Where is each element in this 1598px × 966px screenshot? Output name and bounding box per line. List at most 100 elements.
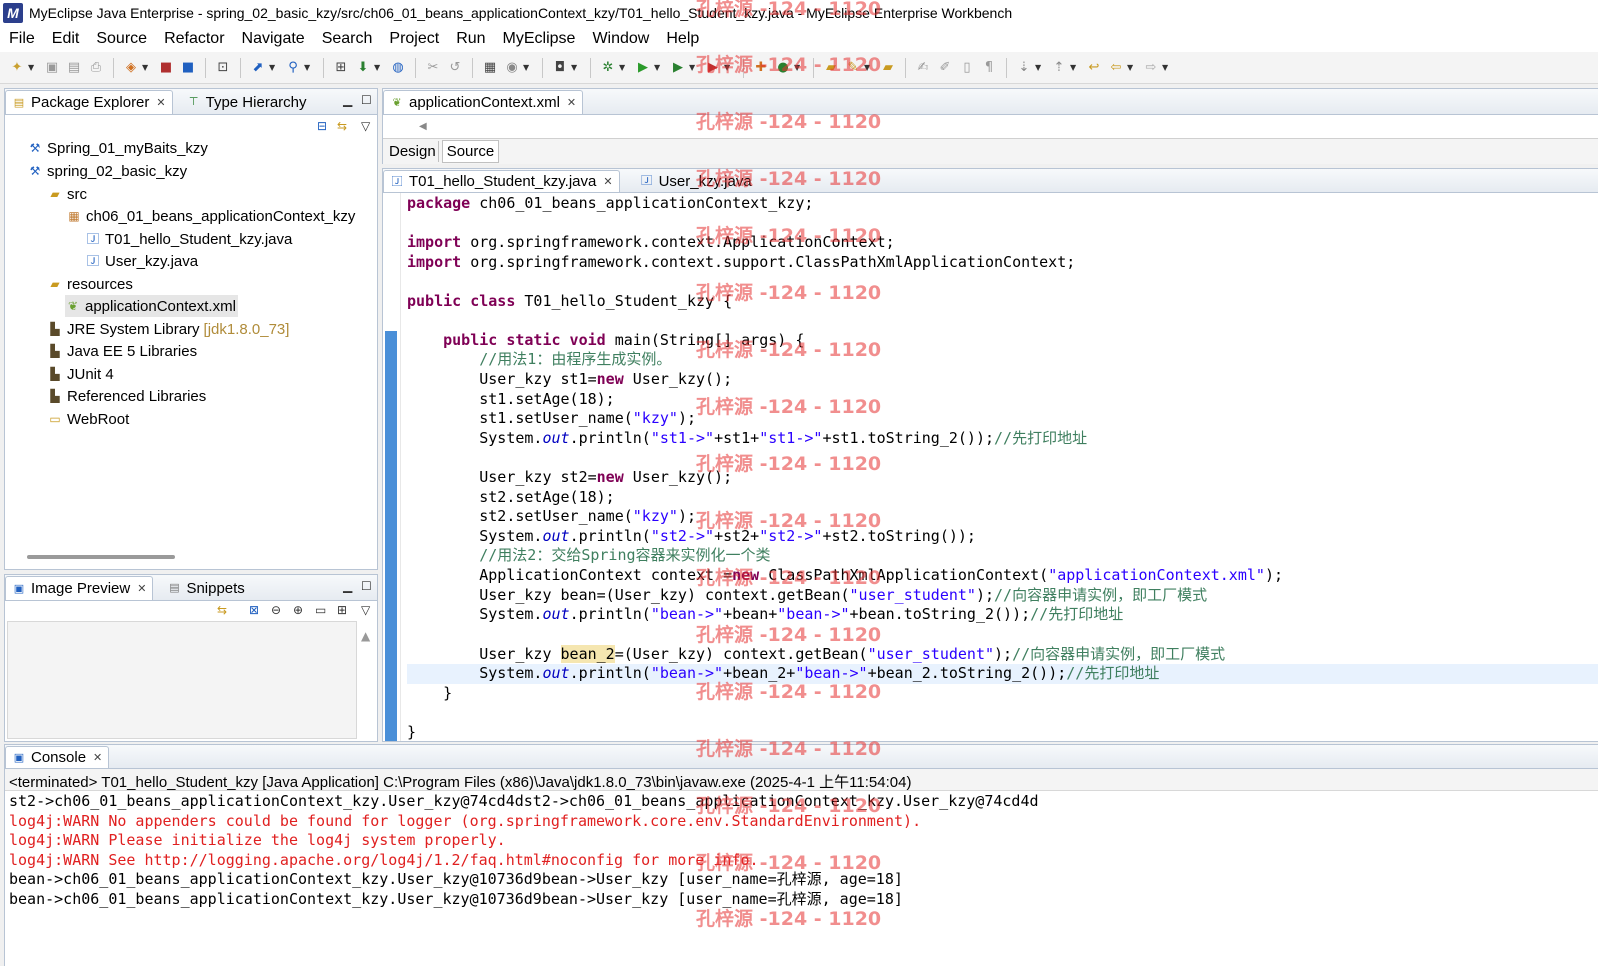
code-line[interactable]: public class T01_hello_Student_kzy { bbox=[407, 292, 732, 311]
coverage-icon[interactable]: ▶ bbox=[669, 59, 687, 77]
new-dropdown-icon[interactable]: ▼ bbox=[28, 59, 38, 77]
close-icon[interactable]: ✕ bbox=[137, 582, 146, 595]
menu-refactor[interactable]: Refactor bbox=[164, 30, 224, 48]
code-line[interactable]: public static void main(String[] args) { bbox=[407, 331, 804, 350]
collapse-arrow-icon[interactable]: ◀ bbox=[419, 121, 427, 132]
new-icon[interactable]: ✦ bbox=[8, 59, 26, 77]
minimize-icon[interactable]: ▁ bbox=[343, 93, 352, 107]
code-line[interactable]: import org.springframework.context.suppo… bbox=[407, 253, 1075, 272]
webservice-icon[interactable]: ⬇ bbox=[354, 59, 372, 77]
tab-console[interactable]: ▣ Console ✕ bbox=[5, 746, 110, 768]
next-annotation-dropdown-icon[interactable]: ▼ bbox=[1035, 59, 1045, 77]
tree-item-java-file[interactable]: 🄹 T01_hello_Student_kzy.java bbox=[85, 228, 292, 250]
save-icon[interactable]: ▣ bbox=[43, 59, 61, 77]
report-icon[interactable]: ▦ bbox=[481, 59, 499, 77]
tree-item-library[interactable]: ▙ Java EE 5 Libraries bbox=[47, 340, 197, 362]
code-line[interactable]: System.out.println("st1->"+st1+"st1->"+s… bbox=[407, 429, 1087, 448]
tab-image-preview[interactable]: ▣ Image Preview ✕ bbox=[5, 576, 154, 600]
forward-icon[interactable]: ⇨ bbox=[1142, 59, 1160, 77]
search-tool-dropdown-icon[interactable]: ▼ bbox=[864, 59, 874, 77]
tab-user-kzy[interactable]: 🄹 User_kzy.java bbox=[634, 170, 758, 192]
save-all-icon[interactable]: ▤ bbox=[65, 59, 83, 77]
tree-item-folder[interactable]: ▭ WebRoot bbox=[47, 408, 129, 430]
refresh-icon[interactable]: ↺ bbox=[446, 59, 464, 77]
code-line[interactable]: User_kzy bean=(User_kzy) context.getBean… bbox=[407, 586, 1207, 605]
maximize-icon[interactable]: ☐ bbox=[361, 579, 372, 593]
code-line[interactable]: import org.springframework.context.Appli… bbox=[407, 233, 895, 252]
tree-item-project[interactable]: ⚒ Spring_01_myBaits_kzy bbox=[27, 137, 208, 159]
menu-run[interactable]: Run bbox=[456, 30, 485, 48]
search-tool-icon[interactable]: ✎ bbox=[844, 59, 862, 77]
menu-project[interactable]: Project bbox=[389, 30, 439, 48]
deploy-dropdown-icon[interactable]: ▼ bbox=[269, 59, 279, 77]
tree-item-source-folder[interactable]: ▰ resources bbox=[47, 273, 132, 295]
pen-icon[interactable]: ✐ bbox=[936, 59, 954, 77]
tree-item-xml-file[interactable]: ❦ applicationContext.xml bbox=[65, 295, 238, 317]
tree-item-package[interactable]: ▦ ch06_01_beans_applicationContext_kzy bbox=[66, 205, 355, 227]
zoom-out-icon[interactable]: ⊖ bbox=[271, 603, 281, 617]
view-menu-icon[interactable]: ▽ bbox=[361, 603, 370, 617]
tab-package-explorer[interactable]: ▤ Package Explorer ✕ bbox=[5, 90, 173, 114]
open-resource-icon[interactable]: ■ bbox=[179, 59, 197, 77]
fit-icon[interactable]: ⊠ bbox=[249, 603, 259, 617]
code-line[interactable]: System.out.println("bean->"+bean_2+"bean… bbox=[407, 664, 1159, 683]
open-task-icon[interactable]: ▰ bbox=[879, 59, 897, 77]
debug-dropdown-icon[interactable]: ▼ bbox=[619, 59, 629, 77]
open-folder-icon[interactable]: ▰ bbox=[822, 59, 840, 77]
camera-icon[interactable]: ◘ bbox=[551, 59, 569, 77]
code-line[interactable]: System.out.println("st2->"+st2+"st2->"+s… bbox=[407, 527, 976, 546]
external-tools-icon[interactable]: ▶ bbox=[704, 59, 722, 77]
menu-search[interactable]: Search bbox=[322, 30, 373, 48]
tree-item-java-file[interactable]: 🄹 User_kzy.java bbox=[85, 250, 198, 272]
globe-icon[interactable]: ◍ bbox=[389, 59, 407, 77]
code-line[interactable]: User_kzy st1=new User_kzy(); bbox=[407, 370, 732, 389]
link-with-editor-icon[interactable]: ⇆ bbox=[337, 119, 347, 133]
tree-item-library[interactable]: ▙ JUnit 4 bbox=[47, 363, 113, 385]
tab-snippets[interactable]: ▤ Snippets bbox=[161, 576, 250, 600]
menu-file[interactable]: File bbox=[9, 30, 35, 48]
view-menu-icon[interactable]: ▽ bbox=[361, 119, 370, 133]
webservice-dropdown-icon[interactable]: ▼ bbox=[374, 59, 384, 77]
tree-item-source-folder[interactable]: ▰ src bbox=[47, 183, 87, 205]
code-line[interactable]: package ch06_01_beans_applicationContext… bbox=[407, 194, 813, 213]
zoom-in-icon[interactable]: ⊕ bbox=[293, 603, 303, 617]
link-icon[interactable]: ⇆ bbox=[217, 603, 227, 617]
hierarchy-icon[interactable]: ⊞ bbox=[332, 59, 350, 77]
actual-size-icon[interactable]: ▭ bbox=[315, 603, 326, 617]
run-icon[interactable]: ▶ bbox=[634, 59, 652, 77]
fit-window-icon[interactable]: ⊞ bbox=[337, 603, 347, 617]
camera-dropdown-icon[interactable]: ▼ bbox=[571, 59, 581, 77]
menu-help[interactable]: Help bbox=[666, 30, 699, 48]
prev-annotation-icon[interactable]: ⇡ bbox=[1050, 59, 1068, 77]
open-type-icon[interactable]: ■ bbox=[157, 59, 175, 77]
coverage-dropdown-icon[interactable]: ▼ bbox=[689, 59, 699, 77]
next-annotation-icon[interactable]: ⇣ bbox=[1015, 59, 1033, 77]
code-line[interactable]: st1.setUser_name("kzy"); bbox=[407, 409, 696, 428]
code-line[interactable]: ApplicationContext context =new ClassPat… bbox=[407, 566, 1283, 585]
forward-dropdown-icon[interactable]: ▼ bbox=[1162, 59, 1172, 77]
console-icon[interactable]: ⊡ bbox=[214, 59, 232, 77]
code-line[interactable]: } bbox=[407, 723, 416, 742]
code-line[interactable]: st2.setUser_name("kzy"); bbox=[407, 507, 696, 526]
menu-myeclipse[interactable]: MyEclipse bbox=[503, 30, 576, 48]
collapse-all-icon[interactable]: ⊟ bbox=[317, 119, 327, 133]
paragraph-icon[interactable]: ¶ bbox=[980, 59, 998, 77]
new-class-dropdown-icon[interactable]: ▼ bbox=[794, 59, 804, 77]
subtab-design[interactable]: Design bbox=[387, 141, 439, 162]
close-icon[interactable]: ✕ bbox=[603, 175, 612, 188]
tab-t01-hello-student[interactable]: 🄹 T01_hello_Student_kzy.java ✕ bbox=[383, 170, 620, 192]
back-dropdown-icon[interactable]: ▼ bbox=[1127, 59, 1137, 77]
tab-applicationcontext-xml[interactable]: ❦ applicationContext.xml ✕ bbox=[383, 90, 584, 114]
block-icon[interactable]: ▯ bbox=[958, 59, 976, 77]
annotation-icon[interactable]: ✍ bbox=[914, 59, 932, 77]
code-line[interactable]: //用法2：交给Spring容器来实例化一个类 bbox=[407, 546, 770, 565]
prev-annotation-dropdown-icon[interactable]: ▼ bbox=[1070, 59, 1080, 77]
new-wizard-icon[interactable]: ◈ bbox=[122, 59, 140, 77]
minimize-icon[interactable]: ▁ bbox=[343, 579, 352, 593]
subtab-source[interactable]: Source bbox=[441, 140, 500, 163]
close-icon[interactable]: ✕ bbox=[93, 751, 102, 764]
maximize-icon[interactable]: ☐ bbox=[361, 93, 372, 107]
scroll-up-icon[interactable]: ▲ bbox=[361, 629, 370, 643]
last-edit-icon[interactable]: ↩ bbox=[1085, 59, 1103, 77]
close-icon[interactable]: ✕ bbox=[567, 96, 576, 109]
